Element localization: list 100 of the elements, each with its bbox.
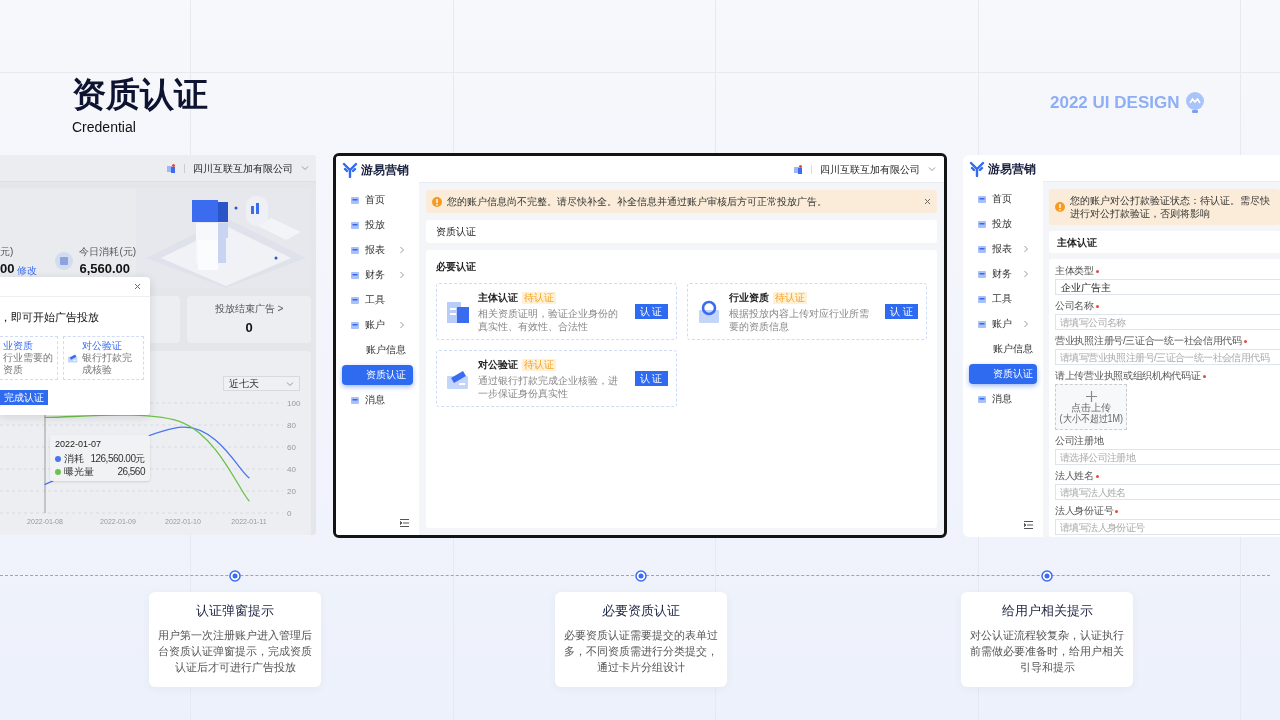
timeline-dot xyxy=(635,570,647,582)
range-select[interactable]: 近七天 xyxy=(223,376,300,391)
page-icon xyxy=(350,319,360,330)
nav-item[interactable]: 投放 xyxy=(969,213,1037,234)
complete-button[interactable]: 完成认证 xyxy=(0,389,48,405)
upload-box[interactable]: 点击上传 (大小不超过1M) xyxy=(1055,384,1127,430)
nav-item[interactable]: 账户 xyxy=(342,314,413,335)
page-icon xyxy=(977,393,987,404)
collapse-icon[interactable] xyxy=(1024,521,1033,529)
page-icon xyxy=(350,394,360,405)
option-title: 对公验证 xyxy=(81,339,123,352)
nav-item[interactable]: 首页 xyxy=(969,188,1037,209)
nav-item[interactable]: 工具 xyxy=(969,288,1037,309)
step-description: 用户第一次注册账户进入管理后台资质认证弹窗提示，完成资质认证后才可进行广告投放 xyxy=(157,627,313,675)
chevron-down-icon xyxy=(928,166,936,172)
option-description: 行业需要的资质 xyxy=(3,351,54,376)
page-icon xyxy=(350,244,360,255)
chevron-down-icon xyxy=(301,165,309,171)
page-icon xyxy=(350,194,360,205)
logo-icon xyxy=(969,161,985,177)
nav-item[interactable]: 投放 xyxy=(342,214,413,235)
verify-button[interactable]: 认 证 xyxy=(634,371,668,386)
input-field[interactable]: 请填写法人姓名 xyxy=(1055,484,1280,500)
stat-label: 今日消耗(元) xyxy=(79,244,137,259)
notification-icon[interactable] xyxy=(167,163,176,173)
field-label: 营业执照注册号/三证合一统一社会信用代码 xyxy=(1055,335,1242,347)
page-icon xyxy=(350,219,360,230)
alert-text: 您的账户信息尚不完整。请尽快补全。补全信息并通过账户审核后方可正常投放广告。 xyxy=(447,195,828,208)
nav-item[interactable]: 报表 xyxy=(969,238,1037,259)
field-label: 主体类型 xyxy=(1055,265,1094,277)
axis-label: 60 xyxy=(287,443,296,452)
status-tag: 待认证 xyxy=(772,291,807,304)
field-label: 法人姓名 xyxy=(1055,470,1094,482)
nav-item[interactable]: 账户信息 xyxy=(969,338,1037,359)
option-description: 银行打款完成核验 xyxy=(81,351,133,376)
verify-button[interactable]: 认 证 xyxy=(634,304,668,319)
page-icon xyxy=(977,218,987,229)
select-field[interactable]: 企业广告主 xyxy=(1055,279,1280,295)
timeline-dot xyxy=(1041,570,1053,582)
close-icon[interactable] xyxy=(134,283,141,290)
page-icon xyxy=(977,243,987,254)
input-field[interactable]: 请填写公司名称 xyxy=(1055,314,1280,330)
upload-hint: (大小不超过1M) xyxy=(1059,412,1123,424)
page-icon xyxy=(350,294,360,305)
card-title: 主体认证 xyxy=(478,291,518,305)
logo-text: 游易营销 xyxy=(988,161,1036,178)
nav-item[interactable]: 报表 xyxy=(342,239,413,260)
axis-label: 20 xyxy=(287,487,296,496)
brand-text: 2022 UI DESIGN xyxy=(1050,92,1180,114)
stat-label[interactable]: 投放结束广告 > xyxy=(214,301,284,317)
breadcrumb-text: 主体认证 xyxy=(1057,235,1097,250)
company-name[interactable]: 四川互联互加有限公司 xyxy=(193,160,293,176)
tooltip-date: 2022-01-07 xyxy=(55,438,103,451)
step-description: 对公认证流程较复杂，认证执行前需做必要准备时，给用户相关引导和提示 xyxy=(969,627,1125,675)
breadcrumb-text: 资质认证 xyxy=(436,225,476,239)
notification-icon[interactable] xyxy=(794,164,803,174)
step-title: 必要资质认证 xyxy=(602,602,680,620)
nav-item[interactable]: 账户信息 xyxy=(342,339,413,360)
step-title: 认证弹窗提示 xyxy=(196,602,274,620)
nav-item[interactable]: 消息 xyxy=(342,389,413,410)
option-card[interactable]: 对公验证 银行打款完成核验 xyxy=(63,335,144,380)
page-icon xyxy=(350,269,360,280)
nav-item[interactable]: 资质认证 xyxy=(969,363,1037,384)
nav-item[interactable]: 首页 xyxy=(342,189,413,210)
nav-item[interactable]: 工具 xyxy=(342,289,413,310)
card-title: 对公验证 xyxy=(478,358,518,372)
tooltip-label: 消耗 xyxy=(64,452,84,465)
dialog-heading: ，即可开始广告投放 xyxy=(0,310,100,325)
stat-value: 00 xyxy=(0,259,15,278)
axis-label: 100 xyxy=(287,399,301,408)
option-card[interactable]: 业资质 行业需要的资质 xyxy=(0,335,58,380)
nav-item[interactable]: 财务 xyxy=(342,264,413,285)
nav-item[interactable]: 财务 xyxy=(969,263,1037,284)
company-name[interactable]: 四川互联互加有限公司 xyxy=(820,161,920,177)
lightbulb-icon xyxy=(1185,91,1206,114)
input-field[interactable]: 请选择公司注册地 xyxy=(1055,449,1280,465)
nav-item[interactable]: 账户 xyxy=(969,313,1037,334)
nav-item[interactable]: 消息 xyxy=(969,388,1037,409)
field-label: 公司注册地 xyxy=(1055,435,1104,447)
tooltip-label: 曝光量 xyxy=(64,465,94,478)
warning-icon xyxy=(1055,202,1065,212)
close-icon[interactable] xyxy=(924,198,931,205)
verify-button[interactable]: 认 证 xyxy=(885,304,918,319)
card-title: 行业资质 xyxy=(728,291,769,305)
page-title: 资质认证 xyxy=(72,74,208,114)
upload-text: 点击上传 xyxy=(1071,401,1111,413)
collapse-icon[interactable] xyxy=(400,519,409,527)
stat-value: 0 xyxy=(245,319,253,338)
tooltip-value: 126,560.00元 xyxy=(90,452,145,465)
edit-link[interactable]: 修改 xyxy=(17,263,38,278)
card-description: 通过银行打款完成企业核验，进一步保证身份真实性 xyxy=(478,374,619,400)
plus-icon xyxy=(1085,390,1097,402)
step-title: 给用户相关提示 xyxy=(1001,602,1093,620)
section-title: 必要认证 xyxy=(436,260,477,274)
input-field[interactable]: 请填写法人身份证号 xyxy=(1055,519,1280,535)
timeline-dot xyxy=(229,570,241,582)
nav-item[interactable]: 资质认证 xyxy=(342,364,413,385)
field-label: 法人身份证号 xyxy=(1055,505,1114,517)
wallet-icon xyxy=(55,251,74,270)
field-label: 请上传营业执照或组织机构代码证 xyxy=(1055,370,1201,382)
